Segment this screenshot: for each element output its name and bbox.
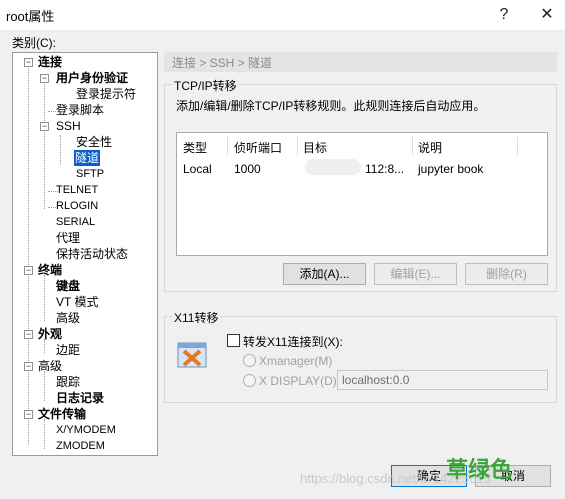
tree-item-login-script[interactable]: 登录脚本 (56, 102, 104, 118)
edit-button[interactable]: 编辑(E)... (374, 263, 457, 285)
collapse-icon[interactable]: − (40, 74, 49, 83)
column-header[interactable]: 侦听端口 (234, 139, 282, 155)
tree-item-serial[interactable]: SERIAL (56, 214, 95, 230)
tree-item-xymodem[interactable]: X/YMODEM (56, 422, 116, 438)
title-bar: root属性 ? ✕ (0, 0, 565, 30)
tree-item-zmodem[interactable]: ZMODEM (56, 438, 105, 454)
collapse-icon[interactable]: − (24, 330, 33, 339)
tree-item-login-prompt[interactable]: 登录提示符 (76, 86, 136, 102)
category-label: 类别(C): (12, 36, 56, 50)
tree-item-appearance[interactable]: 外观 (38, 326, 62, 342)
tree-item-security[interactable]: 安全性 (76, 134, 112, 150)
xmanager-radio[interactable] (243, 354, 256, 367)
column-header[interactable]: 类型 (183, 139, 207, 155)
add-button[interactable]: 添加(A)... (283, 263, 366, 285)
tree-item-rlogin[interactable]: RLOGIN (56, 198, 98, 214)
cell-target: 112:8... (365, 162, 405, 176)
tree-item-advanced[interactable]: 高级 (56, 310, 80, 326)
tree-item-proxy[interactable]: 代理 (56, 230, 80, 246)
x11-forward-checkbox[interactable] (227, 334, 240, 347)
window-title: root属性 (6, 9, 55, 24)
xdisplay-input[interactable]: localhost:0.0 (337, 370, 548, 390)
tree-item-file-transfer[interactable]: 文件传输 (38, 406, 86, 422)
tree-item-keyboard[interactable]: 键盘 (56, 278, 80, 294)
tree-item-ssh[interactable]: SSH (56, 118, 81, 134)
tree-item-logging[interactable]: 日志记录 (56, 390, 104, 406)
help-button[interactable]: ? (486, 3, 522, 27)
tree-item-tunnel[interactable]: 隧道 (74, 150, 101, 166)
rules-table[interactable]: 类型 侦听端口 目标 说明 Local 1000 112:8... jupyte… (176, 132, 548, 256)
tree-item-terminal[interactable]: 终端 (38, 262, 62, 278)
tree-item-margin[interactable]: 边距 (56, 342, 80, 358)
tree-item-telnet[interactable]: TELNET (56, 182, 98, 198)
close-button[interactable]: ✕ (529, 3, 565, 27)
overlay-text: 草绿色 (446, 457, 513, 482)
x11-forward-label: 转发X11连接到(X): (243, 335, 343, 349)
tree-item-keepalive[interactable]: 保持活动状态 (56, 246, 128, 262)
collapse-icon[interactable]: − (24, 410, 33, 419)
xmanager-icon (177, 342, 207, 368)
cell-port: 1000 (234, 162, 261, 176)
tree-item-auth[interactable]: 用户身份验证 (56, 70, 128, 86)
column-header[interactable]: 目标 (303, 139, 327, 155)
tree-item-trace[interactable]: 跟踪 (56, 374, 80, 390)
properties-window: root属性 ? ✕ 类别(C): − 连接 − 用户身份验证 登录提示符 登录… (0, 0, 565, 499)
category-tree[interactable]: − 连接 − 用户身份验证 登录提示符 登录脚本 − SSH 安全性 隧道 SF… (12, 52, 158, 456)
cell-note: jupyter book (418, 162, 484, 176)
tree-item-sftp[interactable]: SFTP (76, 166, 104, 182)
cell-type: Local (183, 162, 212, 176)
x11-group-label: X11转移 (172, 309, 221, 326)
tree-item-vt-mode[interactable]: VT 模式 (56, 294, 98, 310)
collapse-icon[interactable]: − (40, 122, 49, 131)
breadcrumb: 连接 > SSH > 隧道 (164, 52, 557, 72)
collapse-icon[interactable]: − (24, 266, 33, 275)
tcp-description: 添加/编辑/删除TCP/IP转移规则。此规则连接后自动应用。 (176, 99, 486, 113)
xmanager-label: Xmanager(M) (259, 354, 333, 368)
xdisplay-radio[interactable] (243, 374, 256, 387)
tree-item-advanced2[interactable]: 高级 (38, 358, 62, 374)
xdisplay-label: X DISPLAY(D): (259, 374, 341, 388)
tcp-group-label: TCP/IP转移 (172, 77, 239, 94)
tree-item-connect[interactable]: 连接 (38, 54, 62, 70)
delete-button[interactable]: 删除(R) (465, 263, 548, 285)
column-header[interactable]: 说明 (418, 139, 442, 155)
collapse-icon[interactable]: − (24, 58, 33, 67)
collapse-icon[interactable]: − (24, 362, 33, 371)
